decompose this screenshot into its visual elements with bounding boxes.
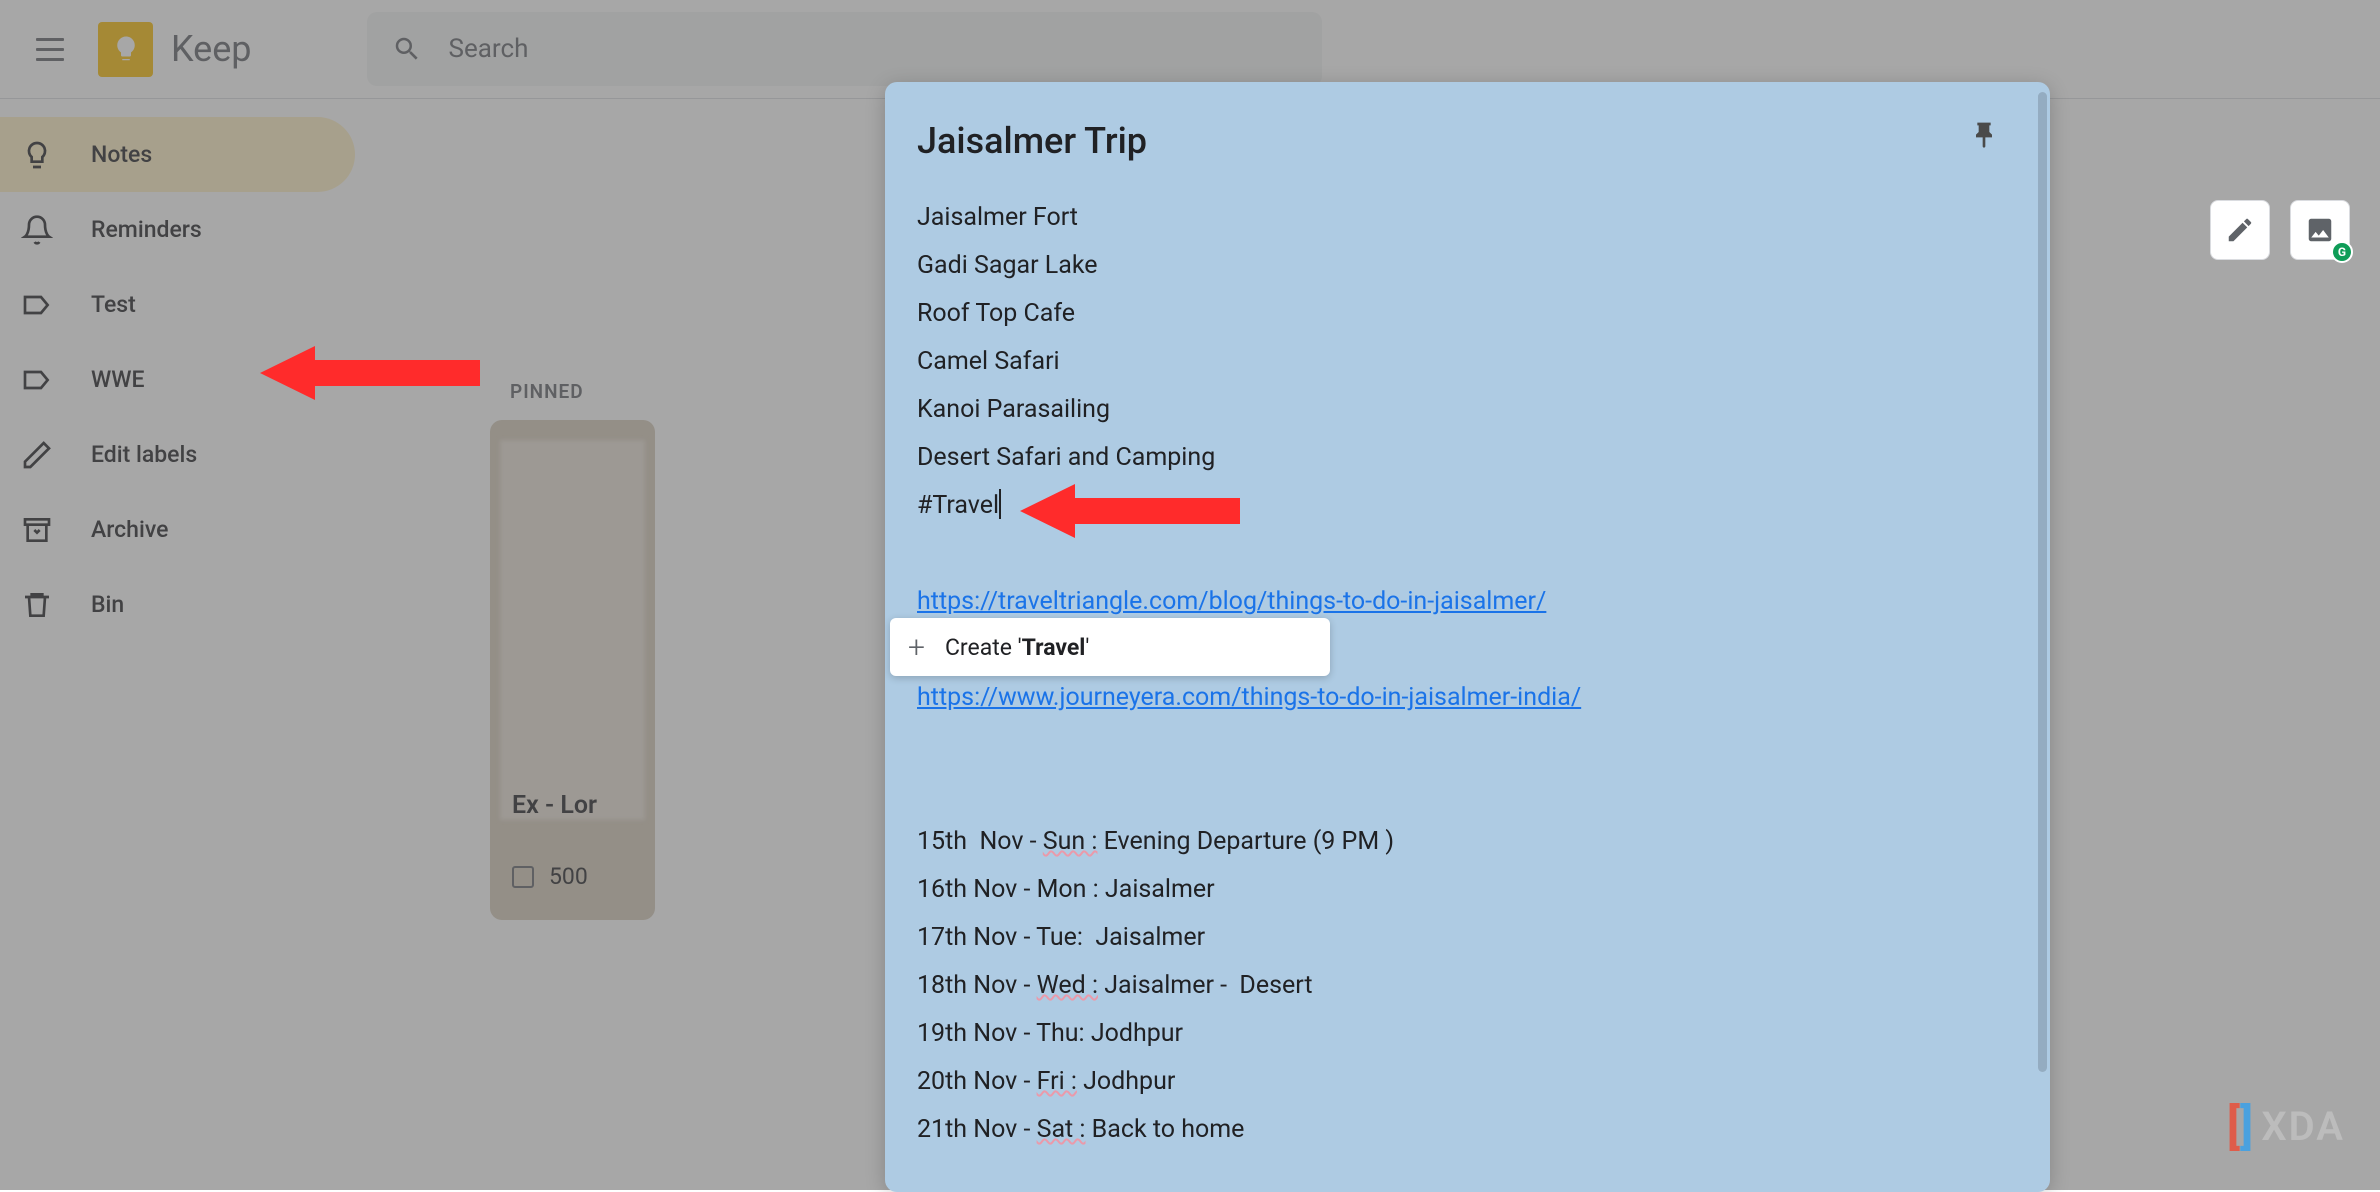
note-line: Gadi Sagar Lake (917, 242, 2018, 290)
schedule-line: 17th Nov - Tue: Jaisalmer (917, 914, 2018, 962)
image-icon (2305, 215, 2335, 245)
edit-button[interactable] (2210, 200, 2270, 260)
pin-icon (1968, 120, 2000, 152)
schedule-line: 19th Nov - Thu: Jodhpur (917, 1010, 2018, 1058)
create-label-suggestion[interactable]: + Create 'Travel' (890, 618, 1330, 676)
annotation-arrow (1020, 476, 1250, 550)
note-link[interactable]: https://traveltriangle.com/blog/things-t… (917, 587, 1546, 616)
create-label-text: Create 'Travel' (945, 634, 1089, 661)
xda-watermark: [] XDA (2227, 1098, 2345, 1155)
pin-button[interactable] (1968, 120, 2000, 156)
image-button[interactable]: G (2290, 200, 2350, 260)
scrollbar[interactable] (2038, 92, 2047, 1072)
note-editor-modal: Jaisalmer Trip Jaisalmer Fort Gadi Sagar… (885, 82, 2050, 1192)
note-line: Jaisalmer Fort (917, 194, 2018, 242)
pencil-icon (2225, 215, 2255, 245)
annotation-arrow (260, 338, 490, 412)
grammarly-badge-icon: G (2331, 241, 2353, 263)
schedule-line: 20th Nov - Fri : Jodhpur (917, 1058, 2018, 1106)
schedule-line: 15th Nov - Sun : Evening Departure (9 PM… (917, 818, 2018, 866)
note-blank (917, 770, 2018, 818)
note-title[interactable]: Jaisalmer Trip (917, 120, 1147, 162)
note-link[interactable]: https://www.journeyera.com/things-to-do-… (917, 683, 1581, 712)
schedule-line: 16th Nov - Mon : Jaisalmer (917, 866, 2018, 914)
plus-icon: + (908, 630, 925, 665)
note-line: Kanoi Parasailing (917, 386, 2018, 434)
schedule-line: 21th Nov - Sat : Back to home (917, 1106, 2018, 1154)
note-line: Roof Top Cafe (917, 290, 2018, 338)
note-line: Desert Safari and Camping (917, 434, 2018, 482)
note-blank (917, 722, 2018, 770)
note-line: Camel Safari (917, 338, 2018, 386)
schedule-line: 18th Nov - Wed : Jaisalmer - Desert (917, 962, 2018, 1010)
